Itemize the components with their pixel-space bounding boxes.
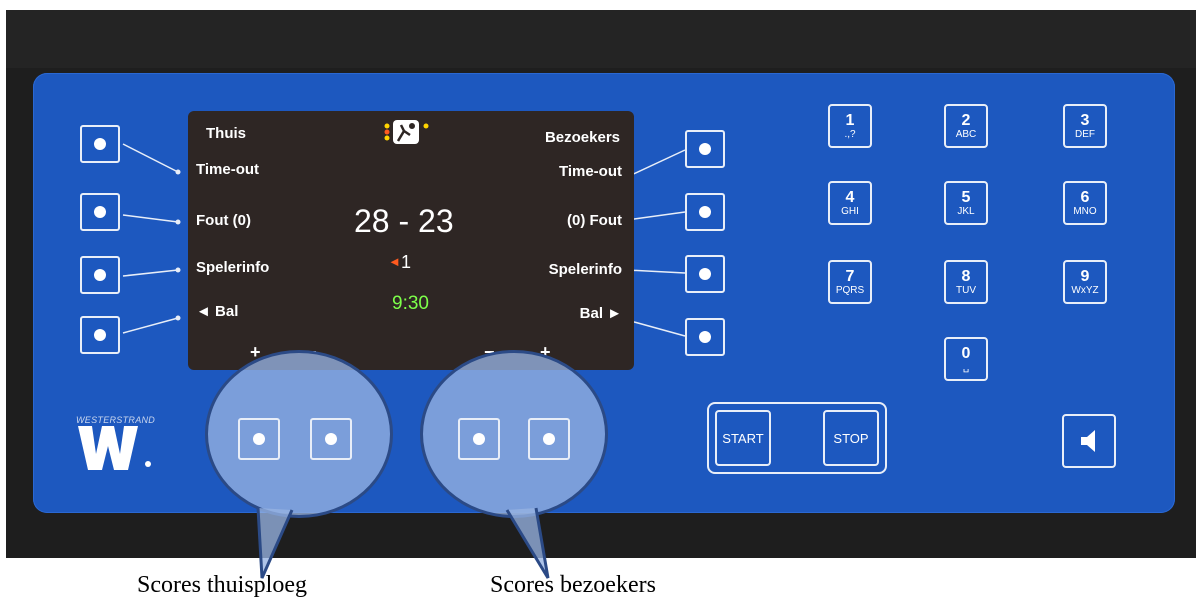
callout-pointers (256, 507, 550, 579)
home-scores-caption: Scores thuisploeg (137, 572, 307, 598)
away-scores-caption: Scores bezoekers (490, 572, 656, 598)
